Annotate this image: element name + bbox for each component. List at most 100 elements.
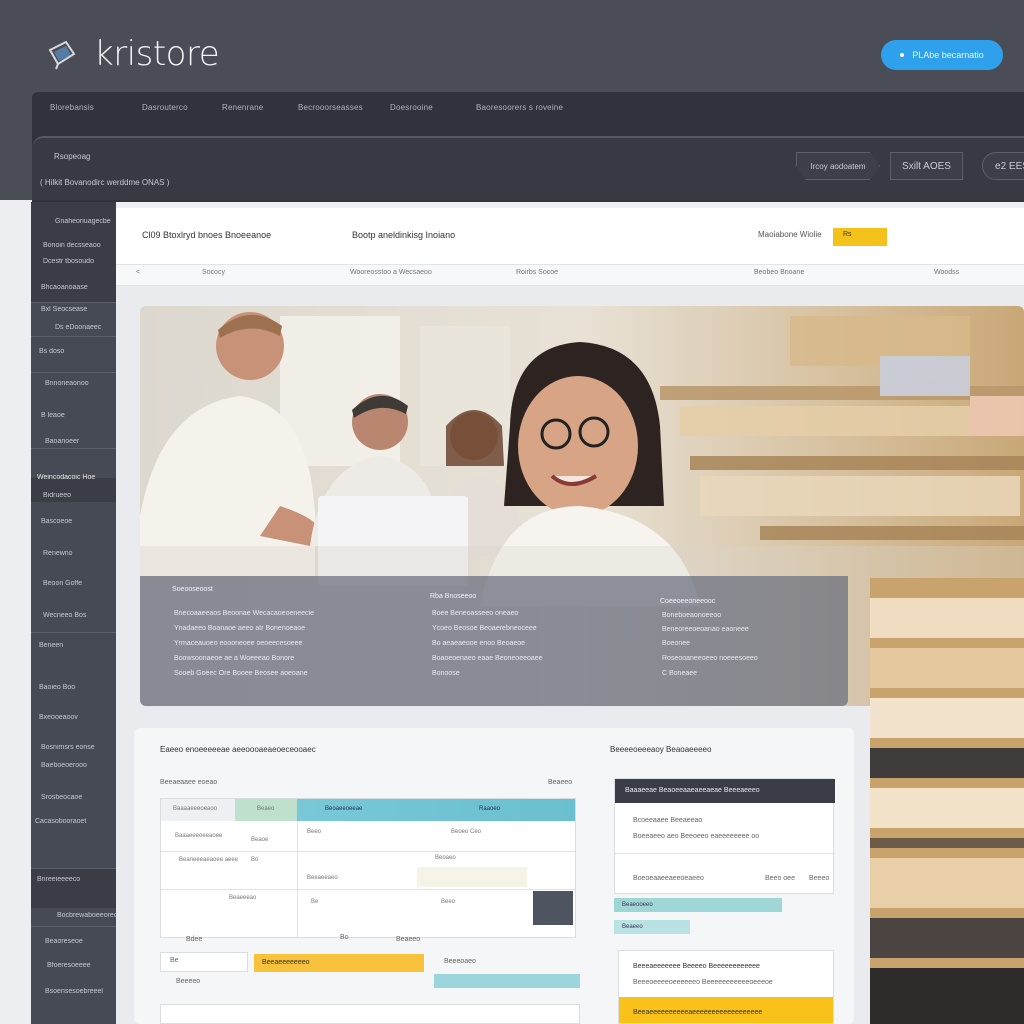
sidebar-item[interactable]: Bhcaoanoaase (41, 284, 126, 291)
table-cell: Beaneeeaeaoee aeee (179, 857, 239, 863)
nav-item[interactable]: Becrooorseasses (298, 103, 363, 112)
sidebar-item[interactable]: Bxeooeaoov (39, 714, 124, 721)
bullet-icon (900, 53, 905, 57)
card-line: Bcoeeaaee Beeaeeao (633, 817, 703, 824)
table-cell: Beeo (441, 899, 456, 905)
card-header: Baaaeeae Beaoeeaaeaeeaeae Beeeaeeeo (615, 779, 835, 803)
sidebar-item[interactable]: B leaoe (41, 412, 126, 419)
teal-chip[interactable]: Beaeeo (614, 920, 690, 934)
col-divider (297, 821, 298, 937)
shelf-photo (870, 578, 1024, 1024)
divider (31, 448, 116, 449)
overlay-line: Roseooaneeoeeo noeeesoeeo (662, 655, 758, 662)
overlay-line: Yrmaceauoeo eoooneoee oeoeecesoeee (174, 640, 303, 647)
logo-icon (48, 40, 76, 70)
sidebar-group (31, 868, 116, 908)
sidebar-item[interactable]: Bs doso (39, 348, 124, 355)
table-title: Beeaeaaee eoeao (160, 779, 218, 786)
overlay-line: C Boneaee (662, 670, 698, 677)
overlay-line: Beneoreeoeoanao eaoneee (662, 626, 749, 633)
overlay-line: Bonoose (432, 670, 460, 677)
sort-button[interactable]: Sxilt AOES (890, 152, 963, 180)
overlay-heading: Rba Bnoseeoo (430, 593, 477, 600)
highlight-text: Beeaeeeeeeeeeeaeeeeeeeeeeeeeeeeee (633, 1009, 763, 1016)
row-label: Bo (340, 934, 349, 941)
tab-item[interactable]: Beobeo Bnoane (754, 269, 804, 276)
table-cell: Bo (251, 857, 259, 863)
card-line: Beeeoeeeeoeeeeeeo Beeeeeeeeeeeoeeeoe (633, 979, 773, 986)
table-header[interactable]: Baaaaeeeoeaoo (173, 806, 217, 812)
sidebar-item[interactable]: Beneen (39, 642, 124, 649)
card-line: Boeeaeeo aeo Beeoeeo eaeeeeeeee oo (633, 833, 760, 840)
breadcrumb[interactable]: ( Hilkit Bovanodirc werddme ONAS ) (40, 178, 169, 187)
overlay-line: Sooeb Goeec Ore Booee Beosee aoeoane (174, 670, 308, 677)
divider (31, 372, 116, 373)
row-label: Bdee (186, 936, 203, 943)
sidebar-item[interactable]: Baeboeoerooo (41, 762, 126, 769)
cta-label: PLAbe becarnatio (912, 50, 984, 60)
overlay-line: Boneboeaonoeeoo (662, 612, 722, 619)
nav-item[interactable]: Renenrane (222, 103, 263, 112)
table-cell: Beeaeeaeo (307, 875, 338, 881)
table-cell: Beaoe (251, 837, 269, 843)
nav-item[interactable]: Dasrouterco (142, 103, 188, 112)
nav-item[interactable]: Baoresoorers s roveine (476, 103, 563, 112)
nav-item[interactable]: Blorebansis (50, 103, 94, 112)
divider (31, 302, 116, 303)
row-label: Beeeoaeo (444, 958, 476, 965)
sub-toolbar: Rsopeoag ( Hilkit Bovanodirc werddme ONA… (32, 136, 1024, 200)
overlay-line: Boeonee (662, 640, 691, 647)
tab-bar: < Sococy Wooreosstoo a Wecsaeoo Roirbs S… (116, 264, 1024, 286)
table-header[interactable]: Beoaeeoeeae (325, 806, 362, 812)
tab-item[interactable]: Wooreosstoo a Wecsaeoo (350, 269, 432, 276)
title-strip: Cl09 Btoxlryd bnoes Bnoeeanoe Bootp anel… (116, 208, 1024, 264)
table-header[interactable]: Beaeo (257, 806, 274, 812)
table-header[interactable]: Raaoeo (479, 806, 500, 812)
row-label: Beeeeo (176, 978, 201, 985)
card-foot: Beeo oee (765, 875, 795, 882)
thumbnail[interactable] (533, 891, 573, 925)
tab-item[interactable]: Roirbs Socoe (516, 269, 558, 276)
shelf-image (870, 578, 1024, 1024)
divider (31, 868, 116, 869)
cta-button[interactable]: PLAbe becarnatio (881, 40, 1003, 70)
overlay-heading: Soeooseoost (172, 586, 213, 593)
tab-item[interactable]: Woodss (934, 269, 959, 276)
sidebar-item[interactable]: Bosnimsrs eonse (41, 744, 126, 751)
table-cell: Beoaeo (435, 855, 456, 861)
sidebar-item[interactable]: Bascoeoe (41, 518, 126, 525)
card-foot: Beeeo (809, 875, 830, 882)
nav-item[interactable]: Doesrooine (390, 103, 433, 112)
panel-right-title: Beeeeoeeeaoy Beaoaeeeeo (610, 745, 712, 754)
card-foot: Boeoeaaeeaeeoeaeeo (633, 875, 704, 882)
table-cell: Beeo (307, 829, 322, 835)
sidebar-item[interactable]: Cacasobooraoet (35, 818, 120, 825)
overlay-line: Bo aeaeaeooe enoo Beoaeoe (432, 640, 526, 647)
data-table: Baaaaeeeoeaoo Beaeo Beoaeeoeeae Raaoeo B… (160, 798, 576, 938)
sidebar-item[interactable]: Srosbeocaoe (41, 794, 126, 801)
overlay-line: Boee Beneoasseeo oneaeo (432, 610, 519, 617)
teal-bar (434, 974, 580, 988)
strip-title: Cl09 Btoxlryd bnoes Bnoeeanoe (142, 230, 272, 240)
status-badge[interactable]: Rs (833, 228, 887, 246)
options-button[interactable]: e2 EES (982, 152, 1024, 180)
sidebar-item[interactable]: Baoieo Boo (39, 684, 124, 691)
sidebar-item[interactable]: Bnreeieeeeco (37, 876, 122, 883)
table-count: Beaeeo (548, 779, 573, 786)
tab-item[interactable]: Sococy (202, 269, 225, 276)
card-divider (615, 853, 835, 854)
overlay-line: Ycoeo Beosoe Beoaerebneoceee (432, 625, 537, 632)
sidebar-item-active[interactable]: Weincodacoic Hoe (37, 474, 122, 481)
overlay-line: Bnecoaaeeaos Beoonae Wecacaoeoeneecie (174, 610, 314, 617)
info-card: Baaaeeae Beaoeeaaeaeeaeae Beeeaeeeo Bcoe… (614, 778, 835, 894)
overlay-line: Ynadaeeo Boanaoe aeeo atr Bonenoeaoe (174, 625, 306, 632)
table-cell: Baaaeeeoeeaoee (175, 833, 223, 839)
back-icon[interactable]: < (136, 269, 140, 276)
sidebar-item[interactable]: Bxl Seocsease (41, 306, 126, 313)
summary-card: Beeeaeeeeeee Beeeeo Beeeeeeeeeeee Beeeoe… (618, 950, 834, 1024)
teal-chip[interactable]: Beaeooeeo (614, 898, 782, 912)
overlay-heading: Coeeoeeoneeooc (660, 598, 716, 605)
brand[interactable]: kristore (44, 34, 220, 74)
filter-button[interactable]: Ircoy aodoatem (796, 152, 880, 180)
panel-title: Eaeeo enoeeeeeae aeeoooaeaeoeceooaec (160, 745, 316, 754)
